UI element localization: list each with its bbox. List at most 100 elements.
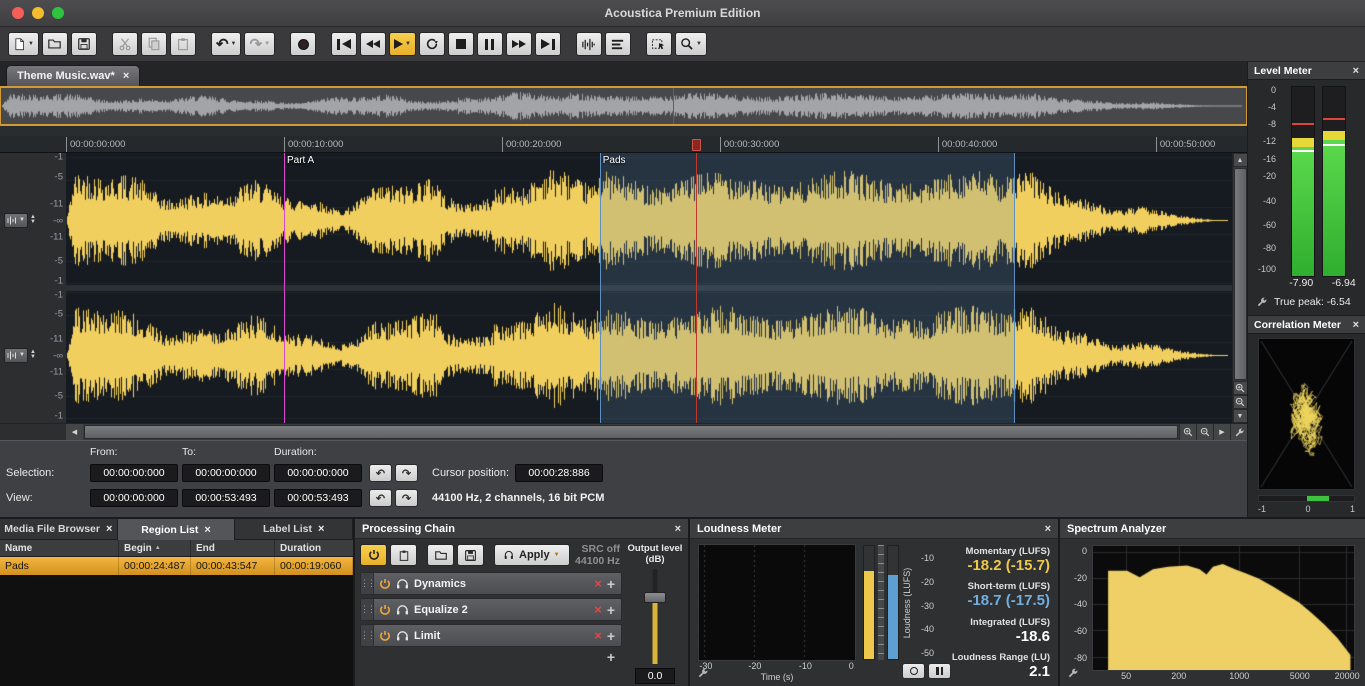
marker-pads[interactable]: Pads [600, 153, 601, 423]
view-redo-button[interactable]: ↷ [395, 489, 418, 507]
view-duration-field[interactable]: 00:00:53:493 [274, 489, 362, 507]
column-header-end[interactable]: End [191, 540, 275, 556]
waveform-display[interactable]: Part A Pads [66, 153, 1232, 423]
copy-button[interactable] [141, 32, 167, 56]
tab-theme-music[interactable]: Theme Music.wav* × [6, 65, 140, 86]
tab-close-icon[interactable]: × [106, 523, 112, 535]
list-view-button[interactable] [605, 32, 631, 56]
channel1-options-button[interactable]: ▼ [4, 213, 28, 228]
channel2-options-button[interactable]: ▼ [4, 348, 28, 363]
rewind-button[interactable] [360, 32, 386, 56]
remove-plugin-icon[interactable]: × [594, 577, 602, 590]
tab-label-list[interactable]: Label List × [235, 519, 353, 540]
loudness-pause-button[interactable] [928, 663, 951, 679]
wrench-icon[interactable] [1256, 296, 1268, 308]
plugin-row-limit[interactable]: ⋮⋮ Limit × + [360, 624, 622, 647]
selection-tool-button[interactable] [646, 32, 672, 56]
fast-forward-button[interactable] [506, 32, 532, 56]
cursor-position-field[interactable]: 00:00:28:886 [515, 464, 603, 482]
record-button[interactable] [290, 32, 316, 56]
chain-save-button[interactable] [457, 544, 484, 566]
drag-handle-icon[interactable]: ⋮⋮ [361, 625, 374, 646]
marker-part-a[interactable]: Part A [284, 153, 285, 423]
plugin-power-icon[interactable] [379, 630, 391, 642]
remove-plugin-icon[interactable]: × [594, 629, 602, 642]
column-header-name[interactable]: Name [0, 540, 119, 556]
column-header-begin[interactable]: Begin▲ [119, 540, 191, 556]
minimize-window-button[interactable] [32, 7, 44, 19]
chain-clipboard-button[interactable] [390, 544, 417, 566]
column-header-duration[interactable]: Duration [275, 540, 353, 556]
horizontal-scroll-thumb[interactable] [84, 425, 1178, 439]
drag-handle-icon[interactable]: ⋮⋮ [361, 573, 374, 594]
remove-plugin-icon[interactable]: × [594, 603, 602, 616]
plugin-power-icon[interactable] [379, 578, 391, 590]
go-to-end-button[interactable] [535, 32, 561, 56]
tab-close-icon[interactable]: × [204, 524, 210, 536]
view-settings-button[interactable] [1230, 424, 1247, 440]
selection-duration-field[interactable]: 00:00:00:000 [274, 464, 362, 482]
plugin-row-dynamics[interactable]: ⋮⋮ Dynamics × + [360, 572, 622, 595]
overview-waveform[interactable] [0, 86, 1247, 126]
selection-undo-button[interactable]: ↶ [369, 464, 392, 482]
horizontal-zoom-out-button[interactable] [1196, 424, 1213, 440]
slider-handle[interactable] [644, 592, 666, 603]
add-plugin-icon[interactable]: + [607, 603, 615, 617]
save-file-button[interactable] [71, 32, 97, 56]
plugin-row-equalize[interactable]: ⋮⋮ Equalize 2 × + [360, 598, 622, 621]
selection-region[interactable] [600, 153, 1015, 423]
zoom-window-button[interactable] [52, 7, 64, 19]
tab-close-icon[interactable]: × [318, 523, 324, 535]
chain-open-button[interactable] [427, 544, 454, 566]
scroll-down-button[interactable]: ▼ [1233, 409, 1248, 423]
stop-button[interactable] [448, 32, 474, 56]
pause-button[interactable] [477, 32, 503, 56]
cut-button[interactable] [112, 32, 138, 56]
vertical-zoom-out-button[interactable] [1233, 395, 1248, 409]
play-button[interactable]: ▼ [389, 32, 416, 56]
loudness-reset-button[interactable] [902, 663, 925, 679]
redo-button[interactable]: ↷ ▼ [244, 32, 275, 56]
horizontal-scrollbar[interactable]: ◀ ▶ [0, 423, 1247, 440]
tab-close-icon[interactable]: × [123, 70, 129, 82]
view-undo-button[interactable]: ↶ [369, 489, 392, 507]
headphones-icon[interactable] [396, 604, 409, 615]
drag-handle-icon[interactable]: ⋮⋮ [361, 599, 374, 620]
view-from-field[interactable]: 00:00:00:000 [90, 489, 178, 507]
headphones-icon[interactable] [396, 630, 409, 641]
selection-from-field[interactable]: 00:00:00:000 [90, 464, 178, 482]
loop-playback-button[interactable] [419, 32, 445, 56]
view-to-field[interactable]: 00:00:53:493 [182, 489, 270, 507]
table-row[interactable]: Pads 00:00:24:487 00:00:43:547 00:00:19:… [0, 557, 353, 575]
append-plugin-icon[interactable]: + [607, 650, 615, 664]
selection-redo-button[interactable]: ↷ [395, 464, 418, 482]
playhead-handle[interactable] [692, 139, 701, 151]
add-plugin-icon[interactable]: + [607, 629, 615, 643]
new-file-button[interactable]: ▼ [8, 32, 39, 56]
scroll-up-button[interactable]: ▲ [1233, 153, 1248, 167]
apply-button[interactable]: Apply ▼ [494, 544, 570, 566]
close-panel-icon[interactable]: × [1353, 319, 1359, 331]
vertical-scrollbar[interactable]: ▲ ▼ [1232, 153, 1247, 423]
headphones-icon[interactable] [396, 578, 409, 589]
paste-button[interactable] [170, 32, 196, 56]
tab-media-file-browser[interactable]: Media File Browser × [0, 519, 118, 540]
scrub-tool-button[interactable] [576, 32, 602, 56]
plugin-power-icon[interactable] [379, 604, 391, 616]
output-level-value[interactable]: 0.0 [635, 668, 675, 684]
close-panel-icon[interactable]: × [1353, 65, 1359, 77]
timeline-ruler[interactable]: 00:00:00:000 00:00:10:000 00:00:20:000 0… [66, 136, 1232, 152]
scroll-left-button[interactable]: ◀ [66, 424, 83, 440]
close-panel-icon[interactable]: × [1045, 523, 1051, 535]
undo-button[interactable]: ↶ ▼ [211, 32, 242, 56]
scroll-right-button[interactable]: ▶ [1213, 424, 1230, 440]
output-level-slider[interactable] [644, 569, 666, 664]
close-window-button[interactable] [12, 7, 24, 19]
chain-power-button[interactable] [360, 544, 387, 566]
selection-to-field[interactable]: 00:00:00:000 [182, 464, 270, 482]
tab-region-list[interactable]: Region List × [118, 519, 236, 540]
horizontal-zoom-in-button[interactable] [1179, 424, 1196, 440]
close-panel-icon[interactable]: × [675, 523, 681, 535]
zoom-tool-button[interactable]: ▼ [675, 32, 707, 56]
go-to-start-button[interactable] [331, 32, 357, 56]
